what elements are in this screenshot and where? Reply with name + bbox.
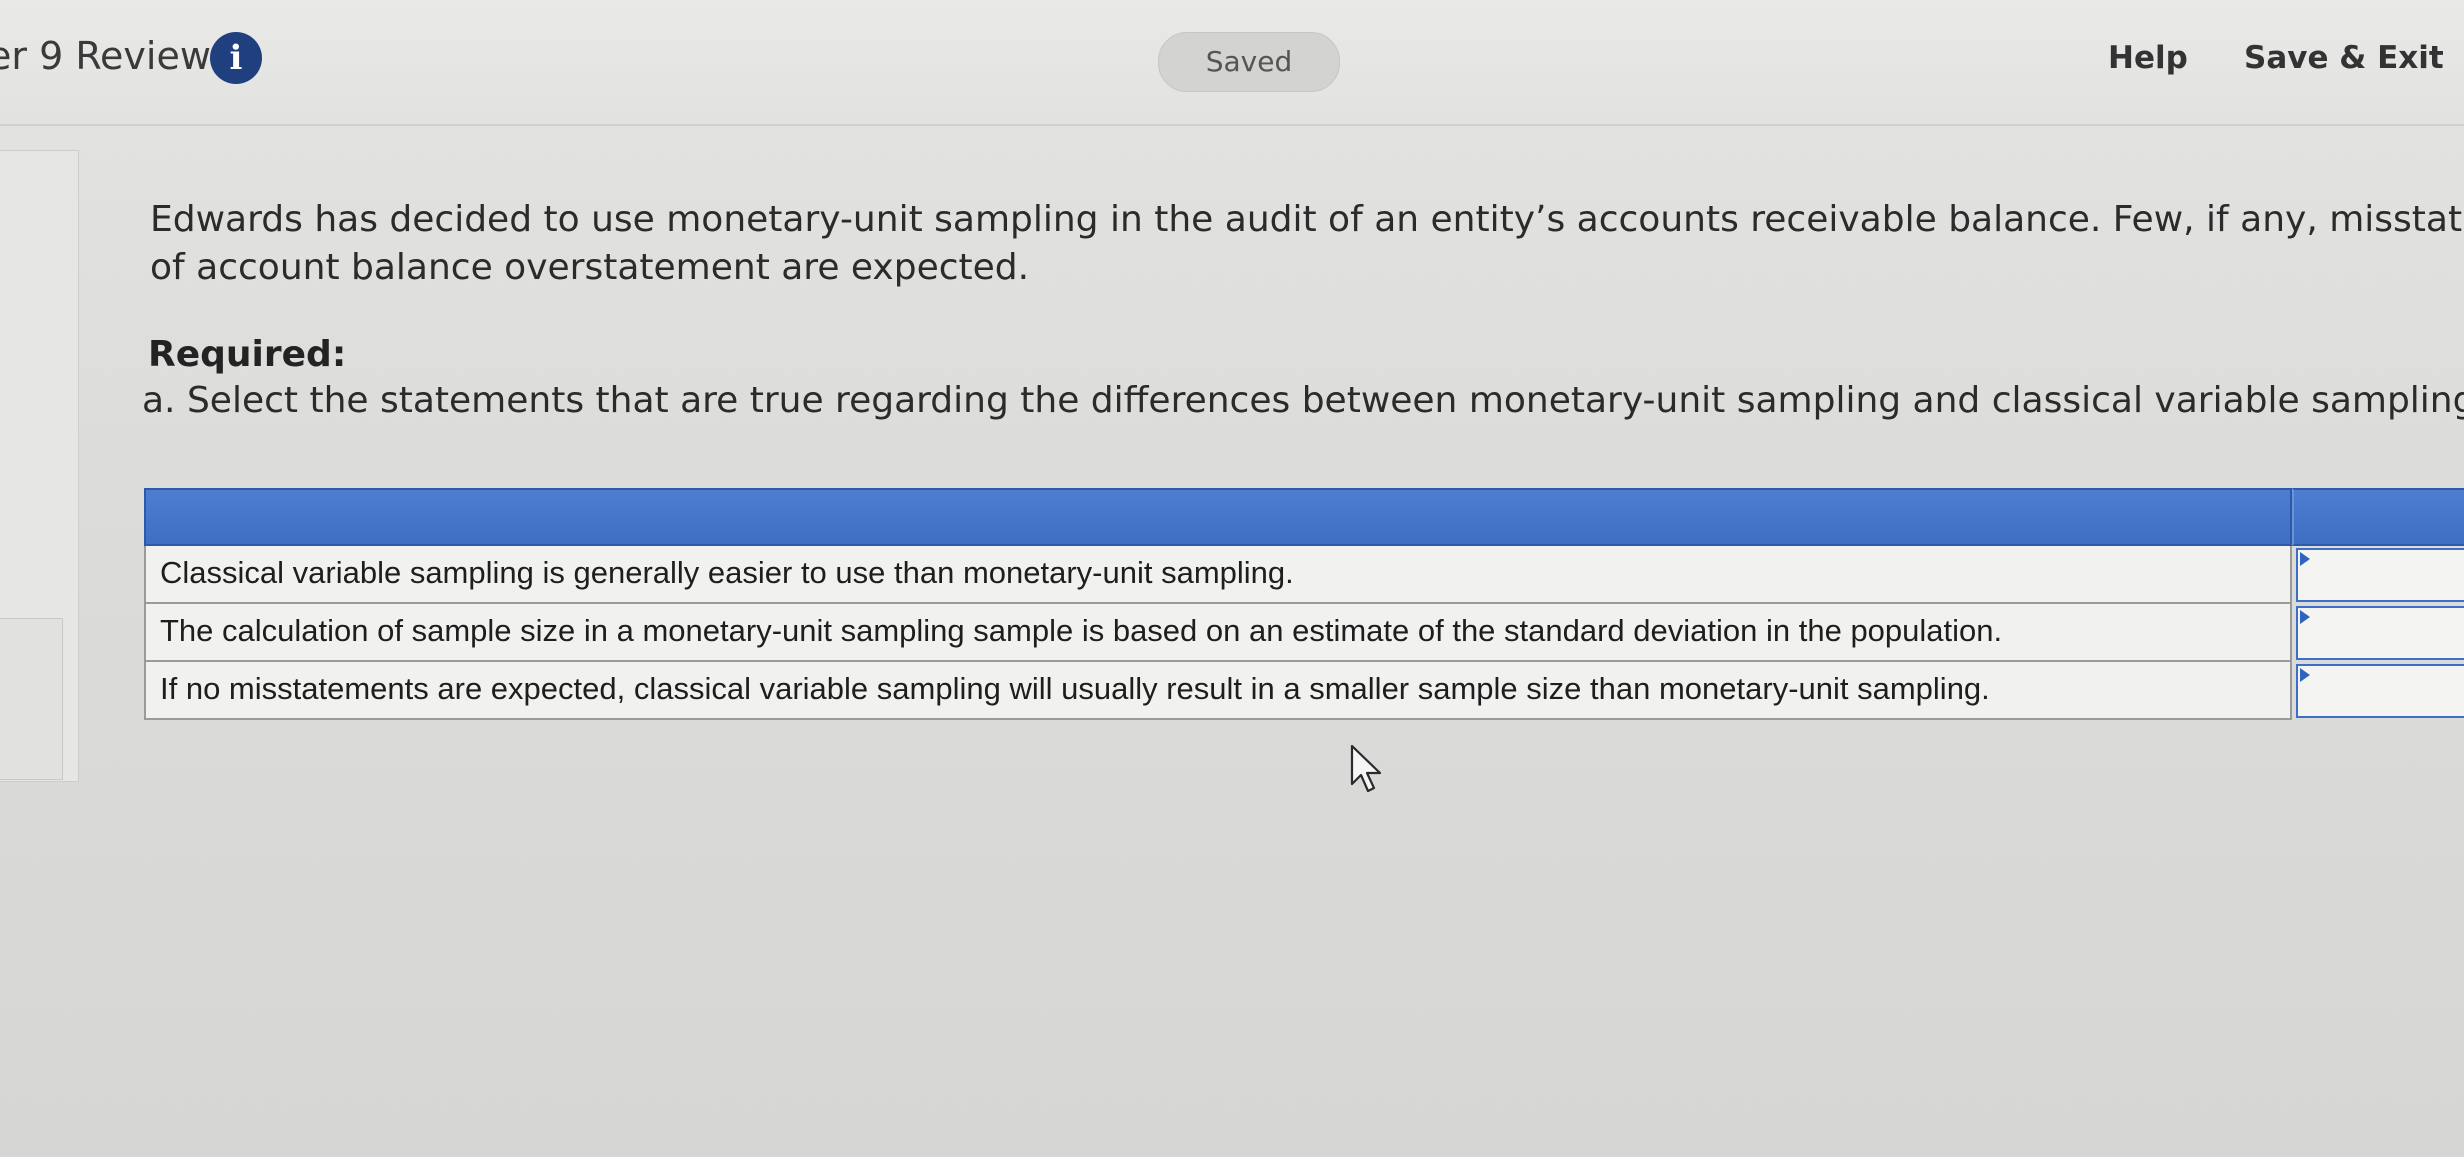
saved-status-badge: Saved [1158, 32, 1340, 92]
left-edge-panel-lower [0, 618, 63, 780]
answer-dropdown-3[interactable] [2296, 664, 2464, 718]
question-text: Edwards has decided to use monetary-unit… [150, 196, 2464, 292]
question-line-1: Edwards has decided to use monetary-unit… [150, 199, 2464, 240]
table-row: The calculation of sample size in a mone… [144, 604, 2292, 662]
required-part-a: a. Select the statements that are true r… [142, 380, 2464, 421]
required-heading: Required: [148, 334, 347, 375]
dropdown-arrow-icon [2300, 668, 2310, 682]
top-header: er 9 Review i Saved Help Save & Exit [0, 0, 2464, 126]
table-header [144, 488, 2292, 546]
chapter-title: er 9 Review [0, 34, 211, 78]
table-row: If no misstatements are expected, classi… [144, 662, 2292, 720]
dropdown-arrow-icon [2300, 552, 2310, 566]
answer-dropdown-2[interactable] [2296, 606, 2464, 660]
table-header-answer-column [2292, 488, 2464, 546]
info-icon[interactable]: i [210, 32, 262, 84]
question-line-2: of account balance overstatement are exp… [150, 247, 1030, 288]
mouse-pointer-icon [1350, 744, 1382, 793]
dropdown-arrow-icon [2300, 610, 2310, 624]
save-exit-link[interactable]: Save & Exit [2244, 40, 2444, 76]
help-link[interactable]: Help [2108, 40, 2188, 76]
table-row: Classical variable sampling is generally… [144, 546, 2292, 604]
answer-dropdown-1[interactable] [2296, 548, 2464, 602]
